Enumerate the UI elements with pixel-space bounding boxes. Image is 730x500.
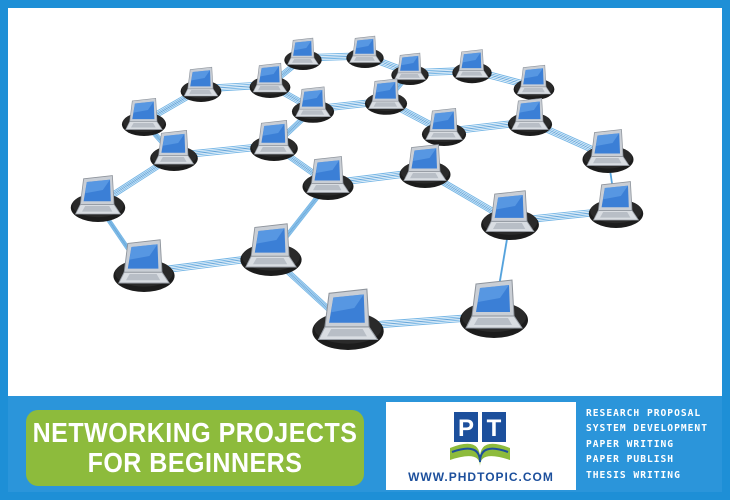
laptop-node-icon: [399, 144, 451, 188]
laptop-node-icon: [302, 156, 354, 200]
book-logo-icon: P T: [450, 412, 510, 466]
laptop-node-icon: [121, 97, 167, 136]
laptop-node-icon: [284, 37, 322, 70]
logo-letter-p: P: [458, 415, 474, 442]
title-line-2: FOR BEGINNERS: [87, 447, 303, 479]
laptop-node-icon: [421, 107, 467, 146]
laptop-node-icon: [582, 129, 634, 173]
laptop-node-icon: [113, 239, 175, 292]
service-item: PAPER PUBLISH: [586, 454, 675, 466]
phdtopic-logo: P T WWW.PHDTOPIC.COM: [386, 402, 576, 490]
laptop-node-icon: [312, 288, 384, 350]
laptop-node-icon: [513, 64, 555, 100]
title-box: NETWORKING PROJECTS FOR BEGINNERS: [26, 410, 364, 486]
banner-footer: NETWORKING PROJECTS FOR BEGINNERS P T WW…: [8, 396, 722, 492]
title-line-1: NETWORKING PROJECTS: [32, 417, 358, 449]
service-item: PAPER WRITING: [586, 438, 675, 450]
laptop-node-icon: [180, 66, 222, 102]
laptop-network-icon: [70, 35, 644, 350]
laptop-node-icon: [588, 181, 644, 228]
laptop-node-icon: [460, 279, 528, 338]
laptop-node-icon: [452, 49, 492, 84]
logo-letter-t: T: [487, 415, 502, 442]
laptop-node-icon: [249, 62, 291, 98]
website-url: WWW.PHDTOPIC.COM: [408, 470, 554, 484]
laptop-node-icon: [481, 190, 539, 240]
laptop-node-icon: [291, 86, 335, 123]
network-illustration: [8, 8, 722, 396]
laptop-node-icon: [507, 97, 553, 136]
laptop-node-icon: [346, 35, 384, 68]
laptop-node-icon: [70, 175, 126, 222]
service-item: THESIS WRITING: [586, 469, 681, 481]
services-list: RESEARCH PROPOSAL SYSTEM DEVELOPMENT PAP…: [586, 406, 726, 483]
service-item: SYSTEM DEVELOPMENT: [586, 423, 708, 435]
service-item: RESEARCH PROPOSAL: [586, 408, 702, 419]
